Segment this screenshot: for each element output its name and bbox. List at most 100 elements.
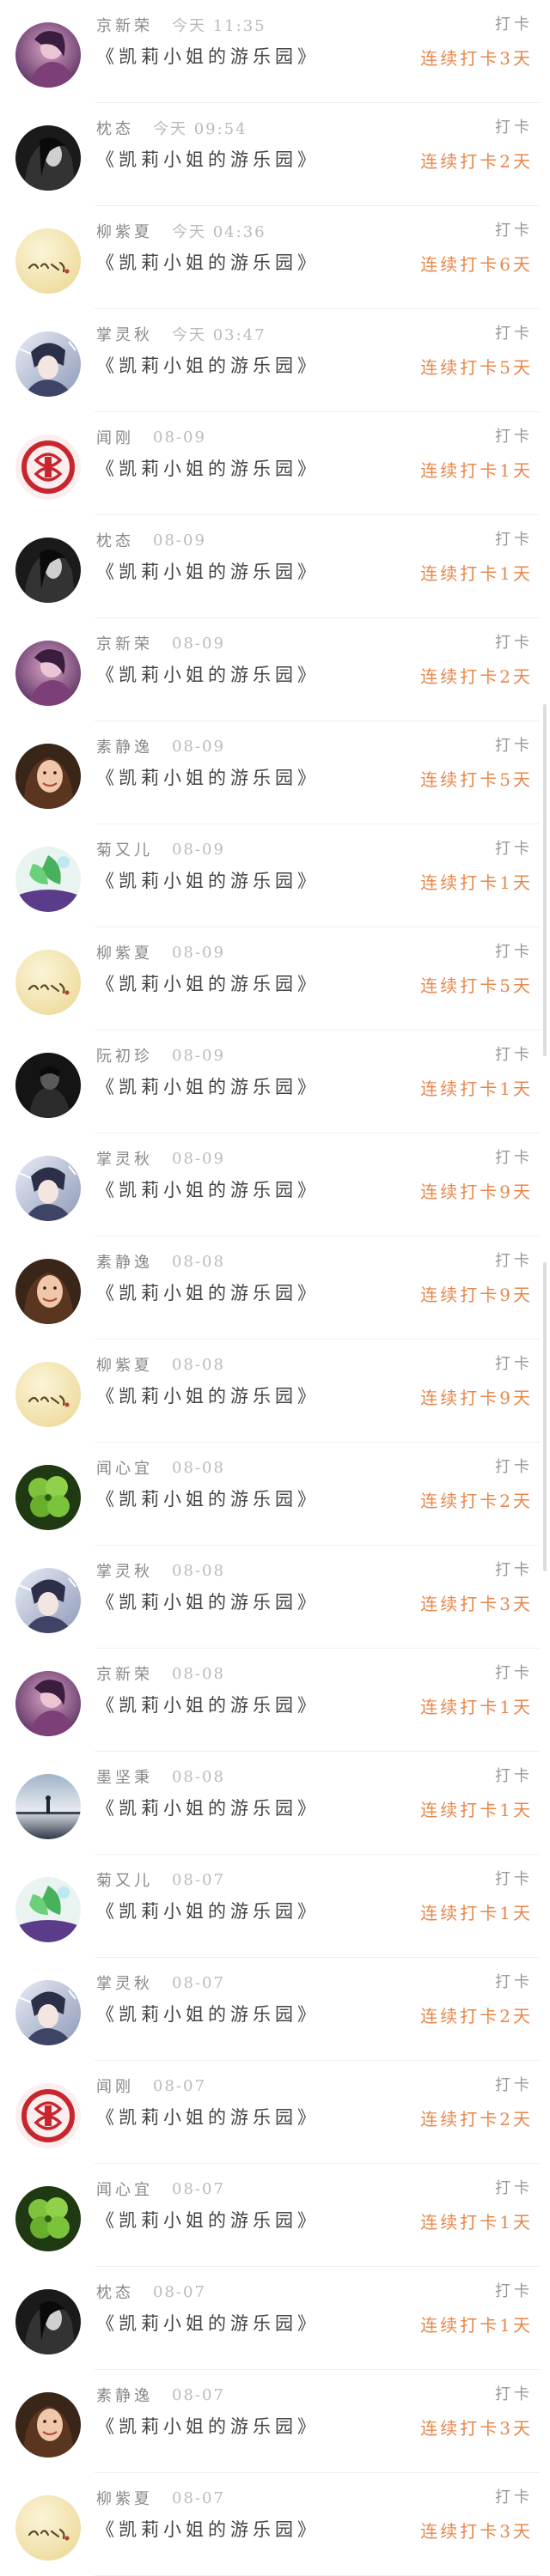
checkin-label[interactable]: 打卡 — [495, 2382, 533, 2408]
feed-item[interactable]: 枕态 08-09 《凯莉小姐的游乐园》 打卡 连续打卡1天 — [0, 515, 550, 618]
avatar-smiling-woman[interactable] — [15, 744, 81, 809]
user-name[interactable]: 菊又儿 — [96, 1868, 153, 1891]
user-name[interactable]: 掌灵秋 — [96, 1559, 153, 1582]
feed-item[interactable]: 闻刚 08-07 《凯莉小姐的游乐园》 打卡 连续打卡2天 — [0, 2061, 550, 2164]
avatar-cream-calligraphy[interactable] — [15, 2495, 81, 2561]
book-title[interactable]: 《凯莉小姐的游乐园》 — [96, 970, 320, 996]
feed-item[interactable]: 素静逸 08-09 《凯莉小姐的游乐园》 打卡 连续打卡5天 — [0, 721, 550, 824]
book-title[interactable]: 《凯莉小姐的游乐园》 — [96, 1692, 320, 1717]
feed-item[interactable]: 闻心宜 08-08 《凯莉小姐的游乐园》 打卡 连续打卡2天 — [0, 1443, 550, 1546]
checkin-label[interactable]: 打卡 — [495, 630, 533, 656]
avatar-purple-portrait[interactable] — [15, 641, 81, 706]
book-title[interactable]: 《凯莉小姐的游乐园》 — [96, 1485, 320, 1511]
book-title[interactable]: 《凯莉小姐的游乐园》 — [96, 146, 320, 172]
book-title[interactable]: 《凯莉小姐的游乐园》 — [96, 764, 320, 790]
book-title[interactable]: 《凯莉小姐的游乐园》 — [96, 43, 320, 69]
feed-item[interactable]: 素静逸 08-07 《凯莉小姐的游乐园》 打卡 连续打卡3天 — [0, 2370, 550, 2473]
checkin-label[interactable]: 打卡 — [495, 1764, 533, 1789]
feed-item[interactable]: 柳紫夏 08-08 《凯莉小姐的游乐园》 打卡 连续打卡9天 — [0, 1340, 550, 1443]
feed-item[interactable]: 墨坚秉 08-08 《凯莉小姐的游乐园》 打卡 连续打卡1天 — [0, 1752, 550, 1855]
checkin-label[interactable]: 打卡 — [495, 12, 533, 38]
checkin-label[interactable]: 打卡 — [495, 1455, 533, 1480]
book-title[interactable]: 《凯莉小姐的游乐园》 — [96, 1382, 320, 1408]
user-name[interactable]: 闻刚 — [96, 2075, 134, 2097]
feed-item[interactable]: 京新荣 今天 11:35 《凯莉小姐的游乐园》 打卡 连续打卡3天 — [0, 0, 550, 103]
feed-item[interactable]: 枕态 08-07 《凯莉小姐的游乐园》 打卡 连续打卡1天 — [0, 2267, 550, 2370]
user-name[interactable]: 阮初珍 — [96, 1044, 153, 1066]
feed-item[interactable]: 京新荣 08-09 《凯莉小姐的游乐园》 打卡 连续打卡2天 — [0, 618, 550, 721]
checkin-label[interactable]: 打卡 — [495, 527, 533, 553]
feed-item[interactable]: 闻刚 08-09 《凯莉小姐的游乐园》 打卡 连续打卡1天 — [0, 412, 550, 515]
user-name[interactable]: 素静逸 — [96, 1250, 153, 1273]
scrollbar-lower[interactable] — [543, 1262, 547, 1571]
avatar-purple-portrait[interactable] — [15, 1671, 81, 1736]
user-name[interactable]: 柳紫夏 — [96, 2487, 153, 2509]
avatar-red-fu-charm[interactable] — [15, 2083, 81, 2148]
user-name[interactable]: 闻心宜 — [96, 2178, 153, 2200]
book-title[interactable]: 《凯莉小姐的游乐园》 — [96, 1279, 320, 1305]
user-name[interactable]: 闻心宜 — [96, 1456, 153, 1479]
book-title[interactable]: 《凯莉小姐的游乐园》 — [96, 2001, 320, 2026]
checkin-label[interactable]: 打卡 — [495, 1042, 533, 1068]
feed-item[interactable]: 柳紫夏 08-07 《凯莉小姐的游乐园》 打卡 连续打卡3天 — [0, 2473, 550, 2576]
checkin-label[interactable]: 打卡 — [495, 1661, 533, 1686]
checkin-label[interactable]: 打卡 — [495, 321, 533, 347]
user-name[interactable]: 京新荣 — [96, 14, 153, 36]
user-name[interactable]: 柳紫夏 — [96, 220, 153, 242]
user-name[interactable]: 掌灵秋 — [96, 323, 153, 345]
book-title[interactable]: 《凯莉小姐的游乐园》 — [96, 2310, 320, 2336]
feed-item[interactable]: 掌灵秋 08-09 《凯莉小姐的游乐园》 打卡 连续打卡9天 — [0, 1133, 550, 1236]
book-title[interactable]: 《凯莉小姐的游乐园》 — [96, 2104, 320, 2129]
avatar-green-leaf-purple[interactable] — [15, 1877, 81, 1942]
feed-item[interactable]: 柳紫夏 今天 04:36 《凯莉小姐的游乐园》 打卡 连续打卡6天 — [0, 206, 550, 309]
avatar-green-leaf-purple[interactable] — [15, 847, 81, 912]
checkin-label[interactable]: 打卡 — [495, 115, 533, 141]
avatar-cream-calligraphy[interactable] — [15, 228, 81, 294]
checkin-label[interactable]: 打卡 — [495, 1558, 533, 1583]
book-title[interactable]: 《凯莉小姐的游乐园》 — [96, 1898, 320, 1923]
feed-item[interactable]: 枕态 今天 09:54 《凯莉小姐的游乐园》 打卡 连续打卡2天 — [0, 103, 550, 206]
checkin-label[interactable]: 打卡 — [495, 2176, 533, 2202]
user-name[interactable]: 柳紫夏 — [96, 1353, 153, 1376]
checkin-label[interactable]: 打卡 — [495, 2485, 533, 2511]
feed-item[interactable]: 掌灵秋 08-08 《凯莉小姐的游乐园》 打卡 连续打卡3天 — [0, 1546, 550, 1649]
user-name[interactable]: 掌灵秋 — [96, 1147, 153, 1170]
feed-item[interactable]: 素静逸 08-08 《凯莉小姐的游乐园》 打卡 连续打卡9天 — [0, 1236, 550, 1340]
book-title[interactable]: 《凯莉小姐的游乐园》 — [96, 661, 320, 687]
user-name[interactable]: 京新荣 — [96, 1662, 153, 1685]
avatar-anime-boy[interactable] — [15, 1980, 81, 2045]
book-title[interactable]: 《凯莉小姐的游乐园》 — [96, 867, 320, 893]
checkin-label[interactable]: 打卡 — [495, 2279, 533, 2305]
user-name[interactable]: 素静逸 — [96, 735, 153, 757]
user-name[interactable]: 京新荣 — [96, 632, 153, 654]
user-name[interactable]: 素静逸 — [96, 2384, 153, 2406]
book-title[interactable]: 《凯莉小姐的游乐园》 — [96, 1073, 320, 1099]
avatar-dark-hair-portrait[interactable] — [15, 2289, 81, 2354]
feed-item[interactable]: 菊又儿 08-07 《凯莉小姐的游乐园》 打卡 连续打卡1天 — [0, 1855, 550, 1958]
checkin-label[interactable]: 打卡 — [495, 1867, 533, 1893]
checkin-label[interactable]: 打卡 — [495, 218, 533, 244]
avatar-smiling-woman[interactable] — [15, 2392, 81, 2458]
book-title[interactable]: 《凯莉小姐的游乐园》 — [96, 1795, 320, 1820]
avatar-cream-calligraphy[interactable] — [15, 1362, 81, 1427]
checkin-label[interactable]: 打卡 — [495, 1145, 533, 1171]
checkin-label[interactable]: 打卡 — [495, 424, 533, 450]
scrollbar[interactable] — [543, 704, 547, 1056]
user-name[interactable]: 枕态 — [96, 117, 134, 139]
avatar-smiling-woman[interactable] — [15, 1259, 81, 1324]
book-title[interactable]: 《凯莉小姐的游乐园》 — [96, 2516, 320, 2542]
book-title[interactable]: 《凯莉小姐的游乐园》 — [96, 1589, 320, 1614]
book-title[interactable]: 《凯莉小姐的游乐园》 — [96, 352, 320, 378]
avatar-purple-portrait[interactable] — [15, 22, 81, 88]
checkin-label[interactable]: 打卡 — [495, 939, 533, 965]
avatar-red-fu-charm[interactable] — [15, 434, 81, 500]
avatar-anime-boy[interactable] — [15, 331, 81, 397]
checkin-label[interactable]: 打卡 — [495, 1249, 533, 1274]
user-name[interactable]: 闻刚 — [96, 426, 134, 448]
user-name[interactable]: 墨坚秉 — [96, 1765, 153, 1788]
checkin-label[interactable]: 打卡 — [495, 733, 533, 759]
feed-item[interactable]: 京新荣 08-08 《凯莉小姐的游乐园》 打卡 连续打卡1天 — [0, 1649, 550, 1752]
avatar-anime-boy[interactable] — [15, 1568, 81, 1633]
feed-item[interactable]: 阮初珍 08-09 《凯莉小姐的游乐园》 打卡 连续打卡1天 — [0, 1030, 550, 1133]
feed-item[interactable]: 柳紫夏 08-09 《凯莉小姐的游乐园》 打卡 连续打卡5天 — [0, 927, 550, 1030]
